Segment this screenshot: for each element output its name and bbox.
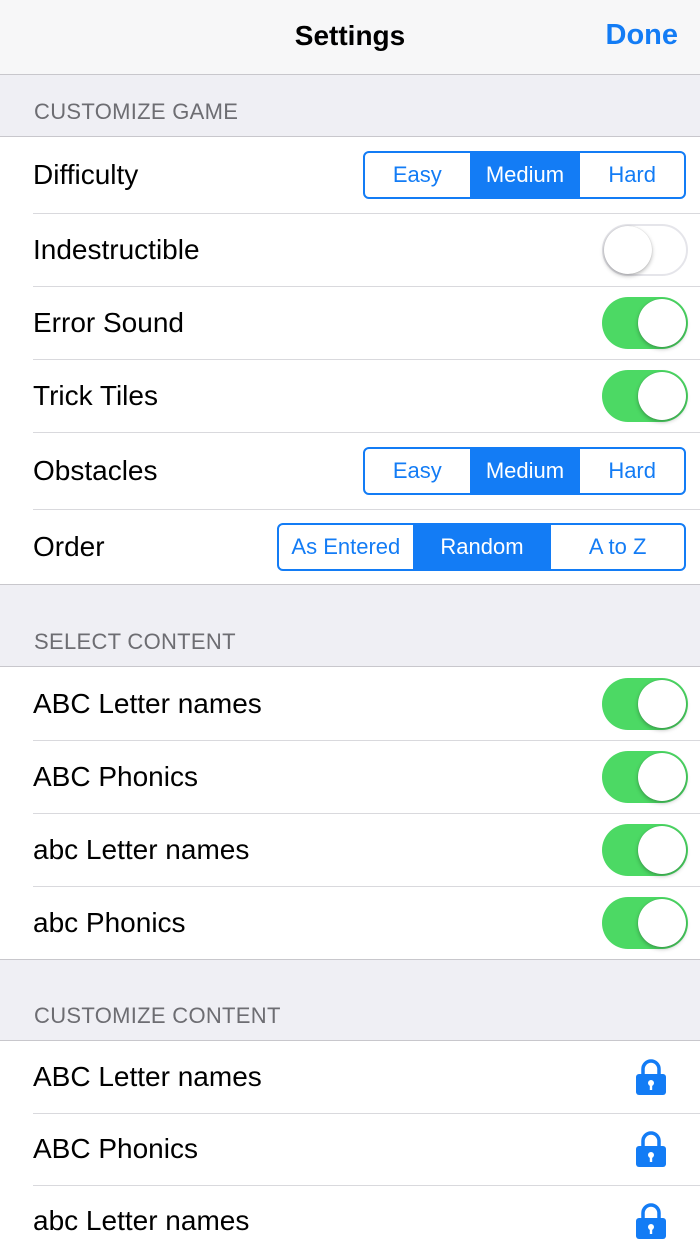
difficulty-label: Difficulty [33, 159, 139, 190]
content-item-label: ABC Phonics [33, 760, 198, 792]
error-sound-label: Error Sound [33, 306, 184, 338]
customize-content-item[interactable]: ABC Phonics [0, 1113, 700, 1185]
error-sound-toggle[interactable] [602, 296, 688, 349]
lock-icon [636, 1059, 666, 1095]
section-header-label: CUSTOMIZE GAME [34, 99, 239, 124]
toggle-knob [604, 225, 652, 274]
section-header-label: CUSTOMIZE CONTENT [34, 1003, 281, 1028]
toggle-knob [638, 371, 686, 420]
done-button[interactable]: Done [606, 19, 679, 52]
customize-content-group: ABC Letter names ABC Phonics abc Letter … [0, 1040, 700, 1257]
toggle-knob [638, 298, 686, 347]
toggle-knob [638, 752, 686, 801]
order-option-as-entered[interactable]: As Entered [279, 525, 413, 569]
obstacles-segmented-control: Easy Medium Hard [363, 446, 686, 495]
difficulty-option-medium[interactable]: Medium [469, 153, 579, 197]
order-label: Order [33, 530, 105, 562]
obstacles-option-hard[interactable]: Hard [578, 448, 684, 493]
indestructible-row: Indestructible [0, 213, 700, 286]
customize-game-group: Difficulty Easy Medium Hard Indestructib… [0, 136, 700, 585]
abc-upper-letter-names-toggle[interactable] [602, 677, 688, 730]
error-sound-row: Error Sound [0, 286, 700, 359]
select-content-item: ABC Phonics [0, 740, 700, 813]
customize-content-item[interactable]: ABC Letter names [0, 1041, 700, 1113]
content-item-label: ABC Letter names [33, 687, 262, 719]
toggle-knob [638, 679, 686, 728]
obstacles-label: Obstacles [33, 454, 158, 486]
content-item-label: ABC Letter names [33, 1061, 262, 1092]
select-content-group: ABC Letter names ABC Phonics abc Letter … [0, 666, 700, 960]
page-title: Settings [294, 20, 406, 51]
content-item-label: abc Letter names [33, 1205, 250, 1236]
select-content-item: abc Letter names [0, 813, 700, 886]
select-content-item: ABC Letter names [0, 667, 700, 740]
indestructible-toggle[interactable] [602, 223, 688, 276]
obstacles-option-easy[interactable]: Easy [365, 449, 470, 493]
content-item-label: abc Letter names [33, 833, 250, 865]
toggle-knob [638, 898, 686, 947]
section-header-label: SELECT CONTENT [34, 629, 236, 654]
order-segmented-control: As Entered Random A to Z [277, 522, 686, 571]
order-row: Order As Entered Random A to Z [0, 509, 700, 584]
abc-lower-phonics-toggle[interactable] [602, 896, 688, 949]
obstacles-row: Obstacles Easy Medium Hard [0, 432, 700, 509]
obstacles-option-medium[interactable]: Medium [469, 448, 579, 493]
order-option-random[interactable]: Random [412, 524, 550, 569]
trick-tiles-toggle[interactable] [602, 369, 688, 422]
abc-lower-letter-names-toggle[interactable] [602, 823, 688, 876]
content-item-label: abc Phonics [33, 906, 186, 938]
select-content-item: abc Phonics [0, 886, 700, 959]
trick-tiles-row: Trick Tiles [0, 359, 700, 432]
indestructible-label: Indestructible [33, 233, 200, 265]
toggle-knob [638, 825, 686, 874]
difficulty-segmented-control: Easy Medium Hard [363, 151, 686, 199]
navigation-bar: Settings Done [0, 0, 700, 75]
difficulty-option-hard[interactable]: Hard [578, 153, 684, 197]
difficulty-option-easy[interactable]: Easy [365, 153, 470, 197]
content-item-label: ABC Phonics [33, 1133, 198, 1164]
order-option-a-to-z[interactable]: A to Z [549, 524, 684, 569]
lock-icon [636, 1203, 666, 1239]
trick-tiles-label: Trick Tiles [33, 379, 158, 411]
customize-content-item[interactable]: abc Letter names [0, 1185, 700, 1257]
abc-upper-phonics-toggle[interactable] [602, 750, 688, 803]
difficulty-row: Difficulty Easy Medium Hard [0, 137, 700, 213]
lock-icon [636, 1131, 666, 1167]
